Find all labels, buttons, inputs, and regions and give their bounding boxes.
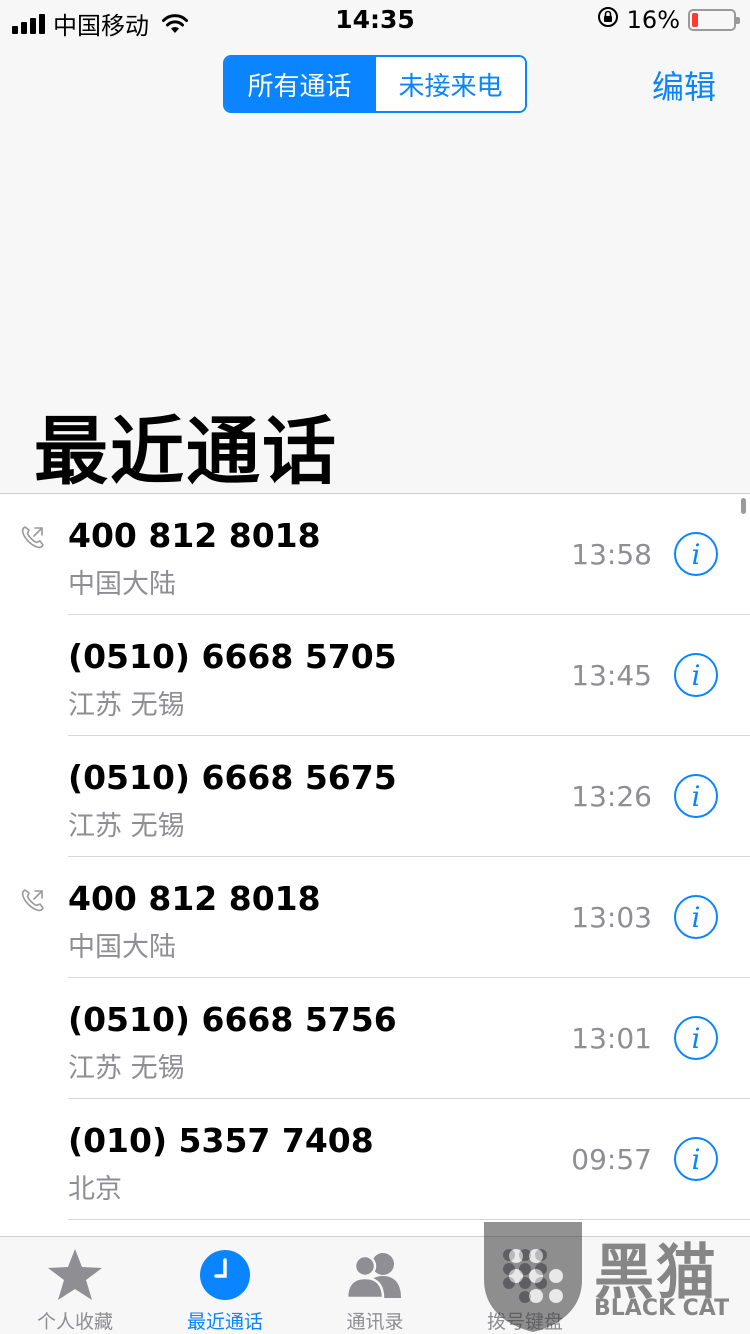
call-row[interactable]: (010) 5357 7408 北京 09:57 i <box>0 1099 750 1220</box>
call-number: (0510) 6668 5756 <box>68 1000 397 1039</box>
info-button[interactable]: i <box>674 1016 718 1060</box>
status-right: 16% <box>597 6 740 34</box>
call-number: 400 812 8018 <box>68 879 321 918</box>
call-location: 江苏 无锡 <box>68 690 185 721</box>
call-time: 09:57 <box>571 1143 652 1176</box>
keypad-icon <box>500 1247 550 1303</box>
call-location: 中国大陆 <box>68 569 176 600</box>
call-row[interactable]: (0510) 6668 5705 江苏 无锡 13:45 i <box>0 615 750 736</box>
info-button[interactable]: i <box>674 1137 718 1181</box>
outgoing-call-icon <box>20 887 46 917</box>
call-location: 江苏 无锡 <box>68 811 185 842</box>
call-time: 13:45 <box>571 659 652 692</box>
battery-level <box>692 13 698 27</box>
recent-calls-list[interactable]: 400 812 8018 中国大陆 13:58 i (0510) 6668 5705 江苏… <box>0 494 750 1236</box>
tab-label: 拨号键盘 <box>486 1311 563 1333</box>
orientation-lock-icon <box>597 6 619 34</box>
signal-strength-icon <box>12 13 45 34</box>
call-time: 13:01 <box>571 1022 652 1055</box>
call-location: 中国大陆 <box>68 932 176 963</box>
info-button[interactable]: i <box>674 532 718 576</box>
call-number: (0510) 6668 5705 <box>68 637 397 676</box>
contacts-icon <box>341 1247 409 1303</box>
call-row[interactable]: 400 812 8018 中国大陆 13:58 i <box>0 494 750 615</box>
tab-favorites[interactable]: 个人收藏 <box>0 1237 150 1334</box>
segment-missed-calls[interactable]: 未接来电 <box>374 57 525 111</box>
tab-keypad[interactable]: 拨号键盘 <box>450 1237 600 1334</box>
tab-label: 通讯录 <box>346 1311 404 1333</box>
battery-icon <box>688 9 740 31</box>
segment-all-calls[interactable]: 所有通话 <box>225 57 374 111</box>
outgoing-call-icon <box>20 524 46 554</box>
call-filter-segmented-control: 所有通话 未接来电 <box>223 55 527 113</box>
page-title: 最近通话 <box>34 409 338 495</box>
call-number: (010) 5357 7408 <box>68 1121 374 1160</box>
call-row[interactable]: 400 812 8018 中国大陆 13:03 i <box>0 857 750 978</box>
call-location: 江苏 无锡 <box>68 1053 185 1084</box>
tab-bar: 个人收藏 最近通话 通讯录 拨号键盘 <box>0 1236 750 1334</box>
call-number: 400 812 8018 <box>68 516 321 555</box>
status-left: 中国移动 <box>12 6 189 41</box>
carrier-name: 中国移动 <box>53 12 149 40</box>
call-time: 13:26 <box>571 780 652 813</box>
clock-icon <box>199 1247 251 1303</box>
call-time: 13:03 <box>571 901 652 934</box>
tab-recents[interactable]: 最近通话 <box>150 1237 300 1334</box>
star-icon <box>46 1247 104 1303</box>
info-button[interactable]: i <box>674 653 718 697</box>
call-location: 北京 <box>68 1174 122 1205</box>
row-divider <box>68 1219 750 1220</box>
tab-voicemail[interactable] <box>600 1237 750 1334</box>
call-row[interactable]: (0510) 6668 5756 江苏 无锡 13:01 i <box>0 978 750 1099</box>
tab-label: 个人收藏 <box>36 1311 113 1333</box>
info-button[interactable]: i <box>674 774 718 818</box>
battery-percent: 16% <box>626 6 680 34</box>
call-row[interactable]: (0510) 6668 5675 江苏 无锡 13:26 i <box>0 736 750 857</box>
tab-contacts[interactable]: 通讯录 <box>300 1237 450 1334</box>
tab-label: 最近通话 <box>186 1311 263 1333</box>
call-number: (0510) 6668 5675 <box>68 758 397 797</box>
wifi-icon <box>161 13 189 35</box>
call-time: 13:58 <box>571 538 652 571</box>
edit-button[interactable]: 编辑 <box>652 62 716 108</box>
status-bar: 中国移动 14:35 16% <box>0 0 750 40</box>
info-button[interactable]: i <box>674 895 718 939</box>
